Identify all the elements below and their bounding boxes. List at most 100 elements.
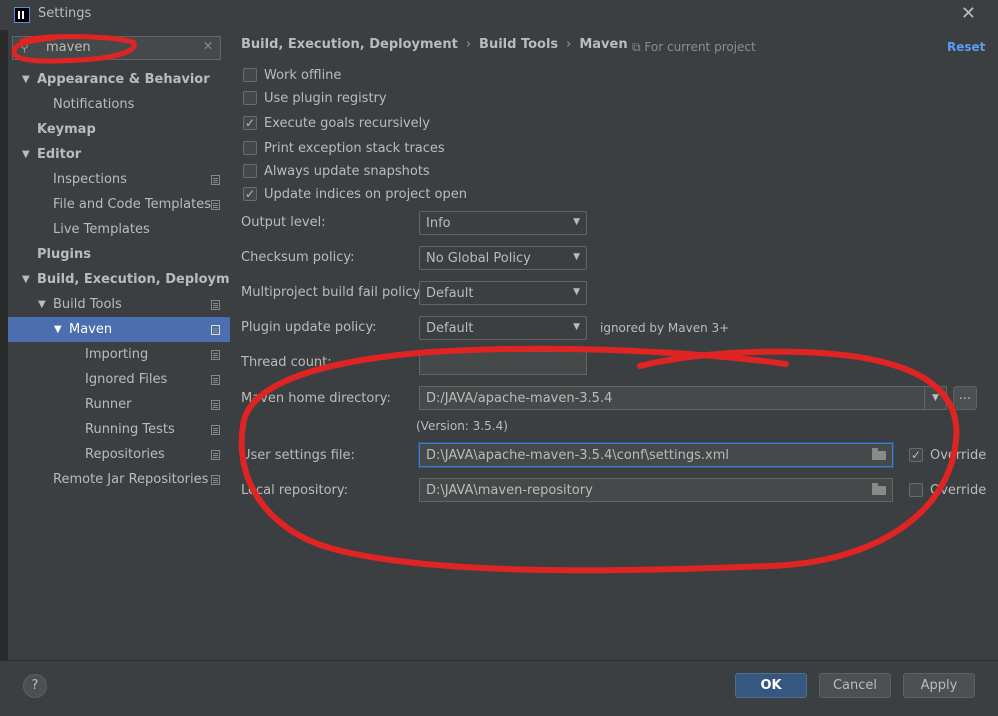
plugin-update-policy-label: Plugin update policy: (241, 320, 377, 335)
sidebar-item-importing[interactable]: Importing (8, 342, 230, 367)
sidebar-item-label: Appearance & Behavior (37, 72, 210, 87)
sidebar-item-label: Keymap (37, 122, 96, 137)
maven-home-combobox[interactable]: D:/JAVA/apache-maven-3.5.4 ▼ (419, 386, 947, 410)
checkbox-box[interactable] (243, 164, 257, 178)
select-value: No Global Policy (426, 251, 531, 266)
sidebar-item-label: Plugins (37, 247, 91, 262)
sidebar-item-label: Runner (85, 397, 132, 412)
checksum-policy-select[interactable]: No Global Policy ▼ (419, 246, 587, 270)
maven-version-label: (Version: 3.5.4) (416, 419, 508, 433)
project-settings-icon (211, 475, 220, 485)
sidebar-item-label: Live Templates (53, 222, 150, 237)
sidebar-item-label: Running Tests (85, 422, 175, 437)
sidebar-item-appearance[interactable]: ▼ Appearance & Behavior (8, 67, 230, 92)
sidebar-item-editor[interactable]: ▼ Editor (8, 142, 230, 167)
search-input[interactable]: ⚲ maven ✕ (12, 36, 221, 60)
scope-label: For current project (644, 40, 756, 54)
select-value: Default (426, 286, 474, 301)
sidebar-item-ignored-files[interactable]: Ignored Files (8, 367, 230, 392)
project-scope-icon: ⧉ (632, 40, 641, 54)
checkbox-box[interactable] (243, 68, 257, 82)
cancel-button[interactable]: Cancel (819, 673, 891, 698)
close-icon[interactable]: ✕ (961, 3, 976, 24)
checkbox-label: Update indices on project open (264, 187, 467, 202)
plugin-update-policy-select[interactable]: Default ▼ (419, 316, 587, 340)
sidebar-item-maven[interactable]: ▼ Maven (8, 317, 230, 342)
local-repository-input[interactable]: D:\JAVA\maven-repository (419, 478, 893, 502)
expand-arrow-icon[interactable]: ▼ (22, 142, 30, 167)
sidebar-item-runner[interactable]: Runner (8, 392, 230, 417)
checkbox-label: Use plugin registry (264, 91, 387, 106)
checksum-policy-label: Checksum policy: (241, 250, 355, 265)
chevron-down-icon[interactable]: ▼ (924, 387, 946, 409)
local-repository-label: Local repository: (241, 483, 348, 498)
expand-arrow-icon[interactable]: ▼ (54, 317, 62, 342)
sidebar-item-plugins[interactable]: Plugins (8, 242, 230, 267)
output-level-select[interactable]: Info ▼ (419, 211, 587, 235)
sidebar-item-build-execution-deployment[interactable]: ▼ Build, Execution, Deployment (8, 267, 254, 292)
sidebar-item-label: Importing (85, 347, 149, 362)
sidebar-item-remote-jar-repositories[interactable]: Remote Jar Repositories (8, 467, 230, 492)
checkbox-label: Override (930, 448, 987, 463)
user-settings-file-input[interactable]: D:\JAVA\apache-maven-3.5.4\conf\settings… (419, 443, 893, 467)
expand-arrow-icon[interactable]: ▼ (22, 67, 30, 92)
search-icon: ⚲ (20, 40, 29, 54)
project-settings-icon (211, 425, 220, 435)
checkbox-label: Override (930, 483, 987, 498)
checkbox-label: Work offline (264, 68, 342, 83)
checkbox-label: Always update snapshots (264, 164, 430, 179)
ok-button[interactable]: OK (735, 673, 807, 698)
intellij-logo-icon (14, 7, 30, 23)
thread-count-input[interactable] (419, 351, 587, 375)
select-value: Default (426, 321, 474, 336)
sidebar-item-label: Build Tools (53, 297, 122, 312)
chevron-down-icon: ▼ (573, 252, 580, 262)
local-repository-value: D:\JAVA\maven-repository (426, 483, 593, 498)
fail-policy-label: Multiproject build fail policy: (241, 285, 424, 300)
reset-link[interactable]: Reset (947, 40, 985, 54)
apply-button[interactable]: Apply (903, 673, 975, 698)
expand-arrow-icon[interactable]: ▼ (38, 292, 46, 317)
sidebar-item-inspections[interactable]: Inspections (8, 167, 230, 192)
thread-count-label: Thread count: (241, 355, 332, 370)
sidebar-item-keymap[interactable]: Keymap (8, 117, 230, 142)
project-settings-icon (211, 175, 220, 185)
project-settings-icon (211, 375, 220, 385)
maven-home-value: D:/JAVA/apache-maven-3.5.4 (426, 391, 613, 406)
sidebar-item-running-tests[interactable]: Running Tests (8, 417, 230, 442)
maven-home-label: Maven home directory: (241, 391, 391, 406)
user-settings-label: User settings file: (241, 448, 355, 463)
checkbox-box[interactable] (909, 446, 923, 464)
sidebar-item-label: Maven (69, 322, 113, 337)
select-value: Info (426, 216, 451, 231)
checkbox-box[interactable] (243, 185, 257, 203)
title-bar: Settings ✕ (0, 0, 998, 30)
sidebar-item-notifications[interactable]: Notifications (8, 92, 230, 117)
folder-icon[interactable] (872, 448, 886, 460)
checkbox-label: Execute goals recursively (264, 116, 430, 131)
search-value: maven (46, 40, 91, 55)
sidebar-item-live-templates[interactable]: Live Templates (8, 217, 230, 242)
breadcrumb: Build, Execution, Deployment › Build Tools… (241, 37, 628, 52)
checkbox-box[interactable] (243, 141, 257, 155)
chevron-down-icon: ▼ (573, 287, 580, 297)
sidebar-item-label: Repositories (85, 447, 165, 462)
checkbox-box[interactable] (909, 483, 923, 497)
clear-search-icon[interactable]: ✕ (203, 39, 213, 53)
scope-indicator: ⧉ For current project (632, 40, 756, 55)
sidebar-item-build-tools[interactable]: ▼ Build Tools (8, 292, 230, 317)
project-settings-icon (211, 350, 220, 360)
project-settings-icon (211, 300, 220, 310)
help-button[interactable]: ? (23, 674, 47, 698)
sidebar-item-repositories[interactable]: Repositories (8, 442, 230, 467)
breadcrumb-item: Maven (579, 37, 628, 52)
checkbox-box[interactable] (243, 91, 257, 105)
browse-button[interactable]: ... (953, 386, 977, 410)
project-settings-icon (211, 200, 220, 210)
chevron-down-icon: ▼ (573, 217, 580, 227)
fail-policy-select[interactable]: Default ▼ (419, 281, 587, 305)
sidebar-item-file-code-templates[interactable]: File and Code Templates (8, 192, 230, 217)
folder-icon[interactable] (872, 483, 886, 495)
expand-arrow-icon[interactable]: ▼ (22, 267, 30, 292)
checkbox-box[interactable] (243, 114, 257, 132)
